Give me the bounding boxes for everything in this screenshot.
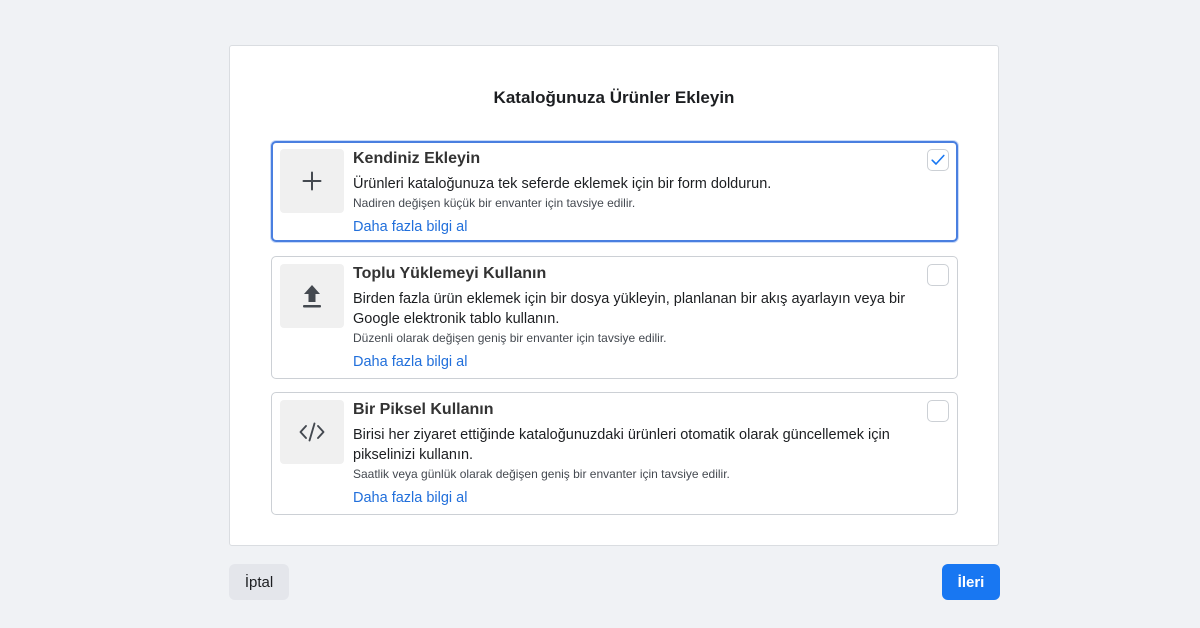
option-description: Ürünleri kataloğunuza tek seferde ekleme… xyxy=(353,176,772,192)
learn-more-link[interactable]: Daha fazla bilgi al xyxy=(353,217,467,237)
plus-icon xyxy=(280,149,344,213)
upload-icon xyxy=(280,264,344,328)
code-icon xyxy=(280,400,344,464)
option-add-manually[interactable]: Kendiniz Ekleyin Ürünleri kataloğunuza t… xyxy=(271,141,958,242)
option-title: Toplu Yüklemeyi Kullanın xyxy=(353,265,547,282)
option-checkbox[interactable] xyxy=(927,400,949,422)
option-title: Kendiniz Ekleyin xyxy=(353,150,481,167)
option-note: Nadiren değişen küçük bir envanter için … xyxy=(353,196,636,210)
option-title: Bir Piksel Kullanın xyxy=(353,401,494,418)
dialog-title: Kataloğunuza Ürünler Ekleyin xyxy=(493,88,735,107)
option-note: Düzenli olarak değişen geniş bir envante… xyxy=(353,331,667,345)
option-use-pixel[interactable]: Bir Piksel Kullanın Birisi her ziyaret e… xyxy=(271,392,958,515)
option-description: Birisi her ziyaret ettiğinde kataloğunuz… xyxy=(353,427,890,463)
option-checkbox-checked[interactable] xyxy=(927,149,949,171)
option-checkbox[interactable] xyxy=(927,264,949,286)
option-bulk-upload[interactable]: Toplu Yüklemeyi Kullanın Birden fazla ür… xyxy=(271,256,958,379)
check-icon xyxy=(931,154,945,165)
cancel-button[interactable]: İptal xyxy=(229,564,289,600)
catalog-dialog: Kataloğunuza Ürünler Ekleyin Kendiniz Ek… xyxy=(229,45,999,546)
option-description: Birden fazla ürün eklemek için bir dosya… xyxy=(353,291,906,327)
learn-more-link[interactable]: Daha fazla bilgi al xyxy=(353,488,467,508)
learn-more-link[interactable]: Daha fazla bilgi al xyxy=(353,352,467,372)
next-button[interactable]: İleri xyxy=(942,564,1000,600)
option-note: Saatlik veya günlük olarak değişen geniş… xyxy=(353,467,730,481)
